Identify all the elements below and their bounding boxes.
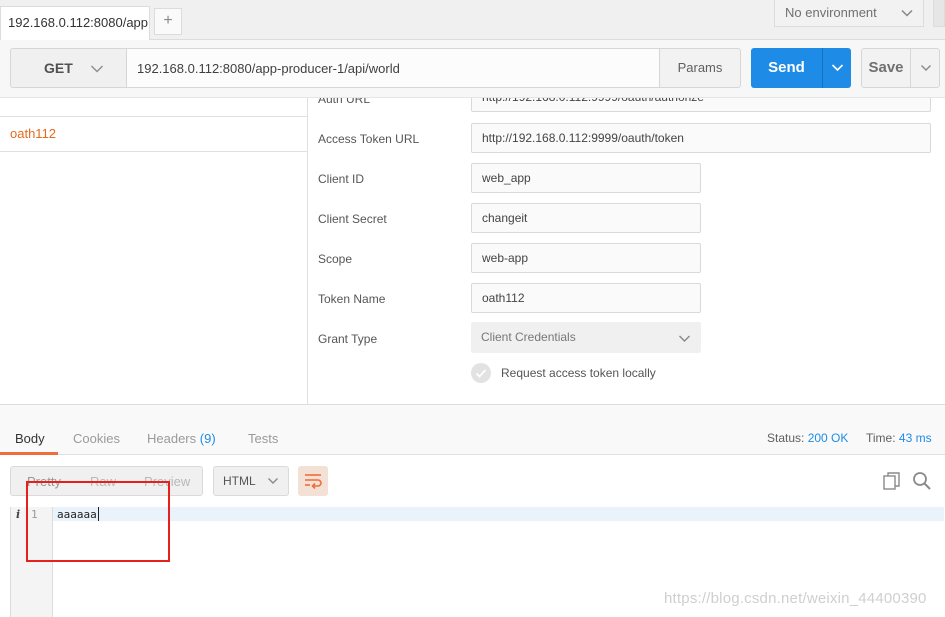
environment-select-label: No environment <box>785 5 877 20</box>
environment-select[interactable]: No environment <box>774 0 924 27</box>
tab-cookies[interactable]: Cookies <box>73 431 120 446</box>
request-url-bar: GET Params Send Save <box>0 40 945 98</box>
client-id-label: Client ID <box>318 172 365 186</box>
request-locally-checkbox[interactable] <box>471 363 491 383</box>
grant-type-value: Client Credentials <box>481 330 576 344</box>
request-locally-label: Request access token locally <box>501 366 656 380</box>
active-line-highlight <box>53 507 944 521</box>
send-options-button[interactable] <box>822 48 851 88</box>
annotation-highlight-box <box>26 481 170 562</box>
response-time: Time: 43 ms <box>866 431 932 445</box>
scope-label: Scope <box>318 252 353 266</box>
tab-headers[interactable]: Headers (9) <box>147 431 216 446</box>
response-status: Status: 200 OK <box>767 431 848 445</box>
check-icon <box>475 369 487 378</box>
client-secret-label: Client Secret <box>318 212 387 226</box>
wrap-lines-icon <box>305 474 322 489</box>
environment-quick-look-button[interactable] <box>933 0 945 27</box>
access-token-url-label: Access Token URL <box>318 132 420 146</box>
grant-type-select[interactable]: Client Credentials <box>471 322 701 353</box>
saved-tokens-panel: oath112 <box>0 98 308 404</box>
saved-token-item[interactable]: oath112 <box>0 116 307 152</box>
tab-tests[interactable]: Tests <box>248 431 278 446</box>
save-button[interactable]: Save <box>861 48 911 88</box>
scope-input[interactable] <box>471 243 701 273</box>
copy-icon[interactable] <box>883 472 901 490</box>
response-tabs: Body Cookies Headers (9) Tests Status: 2… <box>0 404 945 455</box>
tab-body[interactable]: Body <box>15 431 45 446</box>
language-select[interactable]: HTML <box>213 466 289 496</box>
chevron-down-icon <box>831 64 844 72</box>
chevron-down-icon <box>921 65 931 71</box>
auth-url-input[interactable] <box>471 98 931 112</box>
wrap-lines-button[interactable] <box>298 466 328 496</box>
headers-count-badge: (9) <box>199 431 216 446</box>
chevron-down-icon <box>901 9 913 17</box>
method-select[interactable]: GET <box>10 48 127 88</box>
chevron-down-icon <box>90 65 104 73</box>
request-tab-active[interactable]: 192.168.0.112:8080/app <box>0 6 150 41</box>
oauth2-form: Auth URL Access Token URL Client ID Clie… <box>308 98 945 404</box>
method-label: GET <box>44 60 73 76</box>
params-button[interactable]: Params <box>659 48 741 88</box>
status-value: 200 OK <box>807 431 849 445</box>
token-name-label: Token Name <box>318 292 386 306</box>
watermark: https://blog.csdn.net/weixin_44400390 <box>664 590 927 607</box>
send-button[interactable]: Send <box>751 48 822 88</box>
token-name-input[interactable] <box>471 283 701 313</box>
url-input[interactable] <box>126 48 660 88</box>
access-token-url-input[interactable] <box>471 123 931 153</box>
auth-url-label: Auth URL <box>318 98 371 106</box>
tab-bar: 192.168.0.112:8080/app + No environment <box>0 0 945 41</box>
chevron-down-icon <box>268 478 278 484</box>
tab-headers-label: Headers <box>147 431 197 446</box>
client-id-input[interactable] <box>471 163 701 193</box>
client-secret-input[interactable] <box>471 203 701 233</box>
time-value: 43 ms <box>898 431 932 445</box>
time-label: Time: <box>866 431 896 445</box>
info-icon: i <box>16 508 21 521</box>
grant-type-label: Grant Type <box>318 332 378 346</box>
chevron-down-icon <box>679 335 690 342</box>
save-options-button[interactable] <box>910 48 940 88</box>
status-label: Status: <box>767 431 805 445</box>
search-icon[interactable] <box>912 471 932 491</box>
language-select-value: HTML <box>223 474 256 488</box>
new-tab-button[interactable]: + <box>154 8 182 35</box>
